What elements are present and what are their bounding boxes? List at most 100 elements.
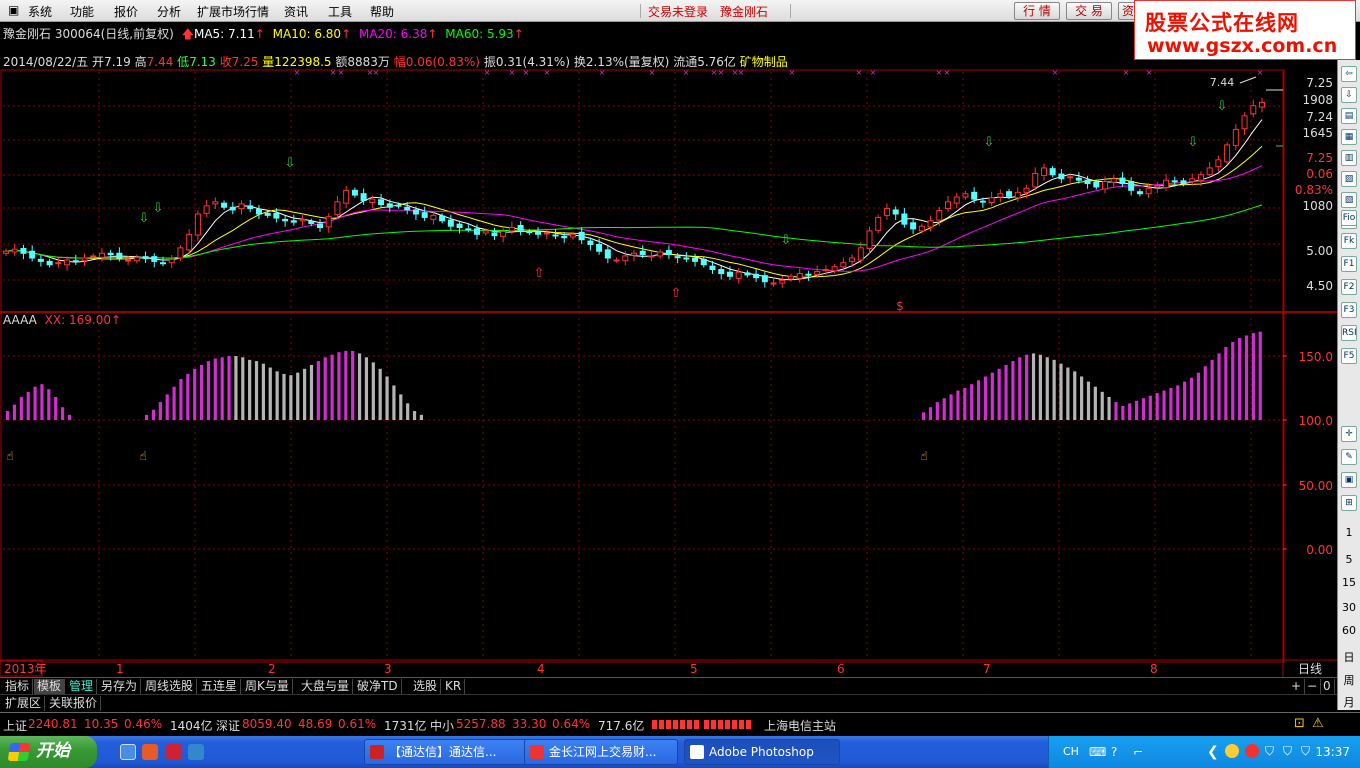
menu-tools[interactable]: 工具 [328,3,352,20]
menu-news[interactable]: 资讯 [284,3,308,20]
tab-reset-button[interactable]: 0 [1320,679,1335,694]
menu-system[interactable]: 系统 [28,3,52,20]
tab-extension-area[interactable]: 扩展区 [2,696,46,711]
tab-6[interactable]: 周K与量 [242,679,293,694]
shield-icon[interactable]: ⛉ [1265,744,1274,759]
input-language[interactable]: CH [1063,745,1079,758]
tab-5[interactable]: 五连星 [198,679,242,694]
start-button[interactable]: 开始 [0,736,97,768]
task-tdx[interactable]: 【通达信】通达信... [364,739,530,765]
tab-remove-button[interactable]: − [1304,679,1322,694]
menu-analysis[interactable]: 分析 [157,3,181,20]
toolbar-tool-icon[interactable]: ⇦ [1341,66,1357,82]
alert-icon[interactable]: ⚠ [1312,716,1324,731]
candle-body [186,233,193,251]
period-button-2[interactable]: 15 [1340,576,1358,589]
tab-0[interactable]: 指标 [2,679,34,694]
pencil-icon[interactable]: ✎ [1341,449,1357,465]
sz-value[interactable]: 8059.40 [242,717,292,731]
shield-icon[interactable]: ⛉ [1283,744,1292,759]
quicklaunch-app-icon[interactable] [166,744,182,760]
task-trading[interactable]: 金长江网上交易财... [524,739,678,765]
app-icon[interactable]: ▣ [8,3,19,17]
tab-4[interactable]: 周线选股 [142,679,198,694]
trade-button[interactable]: 交 易 [1066,2,1112,20]
tab-related-quotes[interactable]: 关联报价 [46,696,102,711]
time-axis-label: 2 [268,662,276,676]
period-button-5[interactable]: 日 [1340,649,1358,665]
period-button-7[interactable]: 月 [1340,694,1358,710]
period-button-0[interactable]: 1 [1340,526,1358,539]
menu-ext-market[interactable]: 扩展市场行情 [197,3,269,20]
quicklaunch-app-icon[interactable] [188,744,204,760]
toolbar-f2-icon[interactable]: F2 [1341,279,1357,295]
toolbar-f3-icon[interactable]: F3 [1341,302,1357,318]
keyboard-icon[interactable]: ⌨ [1089,745,1106,759]
zx-value[interactable]: 5257.88 [456,717,506,731]
security-icon[interactable]: ⛉ [1301,744,1310,759]
toolbar-fk-icon[interactable]: Fk [1341,233,1357,249]
signal-x-mark: × [544,68,551,77]
toolbar-tool-icon[interactable]: ▦ [1341,129,1357,145]
period-button-3[interactable]: 30 [1340,601,1358,614]
quicklaunch-app-icon[interactable] [142,744,158,760]
indicator-bar [1231,341,1235,420]
candle-body [596,243,603,252]
tray-app-icon[interactable] [1245,744,1259,758]
toolbar-fio-icon[interactable]: Fio [1341,210,1357,226]
task-photoshop-label: Adobe Photoshop [709,745,814,759]
candle-body [883,208,890,216]
toolbar-tool-icon[interactable]: ▤ [1341,108,1357,124]
sh-amount: 1404亿 [170,719,213,733]
server-name[interactable]: 上海电信主站 [764,717,836,734]
period-button-1[interactable]: 5 [1340,553,1358,566]
tab-7[interactable]: 大盘与量 [298,679,354,694]
menu-help[interactable]: 帮助 [370,3,394,20]
toolbar-tool-icon[interactable]: ▨ [1341,171,1357,187]
candle-body [718,269,725,275]
toolbar-f5-icon[interactable]: F5 [1341,348,1357,364]
candle-body [1224,144,1231,163]
quote-button[interactable]: 行 情 [1014,2,1060,20]
tab-add-button[interactable]: + [1288,679,1306,694]
toolbar-tool-icon[interactable]: ▧ [1341,192,1357,208]
clock[interactable]: 13:37 [1315,745,1350,759]
tray-expand-icon[interactable]: ❮ [1207,744,1219,760]
tray-app-icon[interactable] [1225,744,1239,758]
tab-9[interactable]: 选股 [410,679,442,694]
tab-8[interactable]: 破净TD [354,679,402,694]
price-axis-label: 0.83% [1295,183,1333,197]
chart-area[interactable]: × × × × × × × × × × × × × × × × × × × × × × × × ×⇩⇩⇩⇩⇩⇩⇩⇧⇧$7.44 … [0,22,1337,677]
period-button-4[interactable]: 60 [1340,624,1358,637]
crosshair-icon[interactable]: ✛ [1341,426,1357,442]
toolbar-rsi-icon[interactable]: RSI [1341,325,1357,341]
tab-10[interactable]: KR [442,679,466,694]
tab-1[interactable]: 模板 [34,679,66,694]
tab-2[interactable]: 管理 [66,679,98,694]
quicklaunch-ie-icon[interactable] [120,744,136,760]
menu-quote[interactable]: 报价 [114,3,138,20]
window-icon[interactable]: ▣ [1341,472,1357,488]
current-stock[interactable]: 豫金刚石 [720,3,768,20]
candle-body [945,201,951,210]
help-icon[interactable]: ? [1111,745,1117,759]
toolbar-f1-icon[interactable]: F1 [1341,256,1357,272]
sell-signal-arrow-icon: ⇩ [153,201,164,216]
toolbar-tool-icon[interactable]: ⇩ [1341,87,1357,103]
signal-x-mark: × [738,68,745,77]
candle-body [1136,191,1143,195]
indicator-bar [976,380,981,420]
indicator-name[interactable]: AAAA [3,313,37,327]
menu-function[interactable]: 功能 [70,3,94,20]
photoshop-icon [690,745,704,759]
period-button-6[interactable]: 周 [1340,672,1358,688]
trade-status[interactable]: 交易未登录 [648,3,708,20]
task-photoshop[interactable]: Adobe Photoshop [684,739,840,765]
candle-body [1250,105,1257,115]
sh-value[interactable]: 2240.81 [28,717,78,731]
toolbar-tool-icon[interactable]: ▥ [1341,150,1357,166]
tab-3[interactable]: 另存为 [98,679,142,694]
lock-icon[interactable]: ⊡ [1294,716,1305,731]
grid-icon[interactable]: ⊞ [1341,495,1357,511]
tray-arrow-icon[interactable]: ⌐ [1133,745,1143,759]
